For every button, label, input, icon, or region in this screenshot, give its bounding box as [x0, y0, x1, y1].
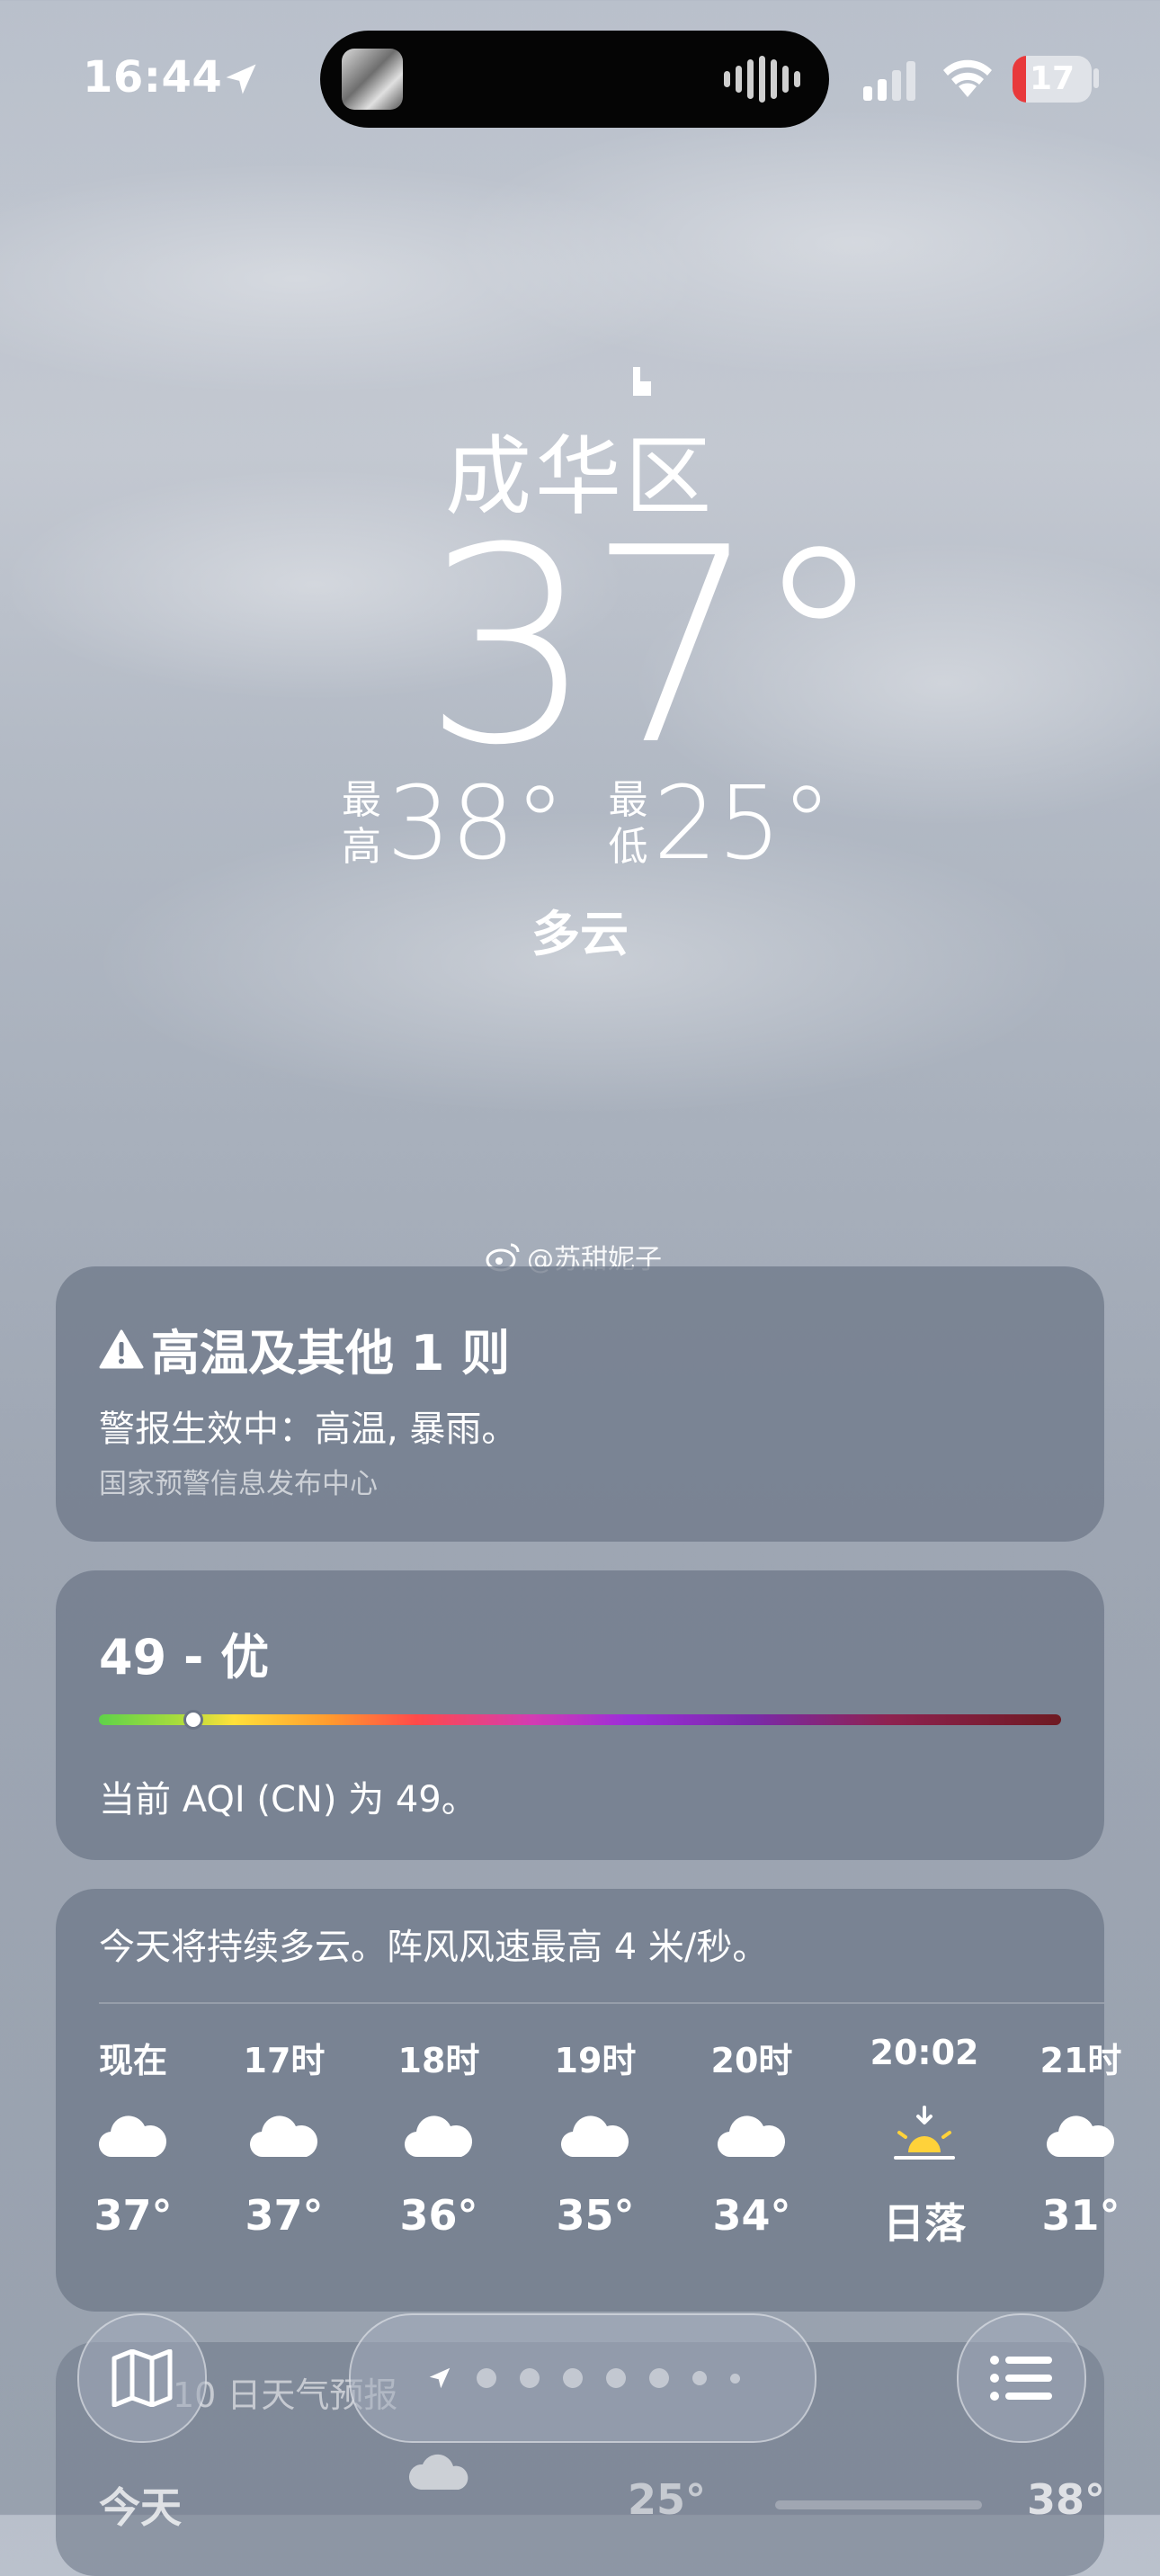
now-playing-artwork	[342, 49, 403, 110]
aqi-indicator	[183, 1710, 203, 1730]
cloud-icon	[717, 2115, 786, 2158]
alert-source: 国家预警信息发布中心	[99, 1468, 378, 1500]
cloud-rain-icon	[408, 2454, 468, 2490]
battery-indicator: 17	[1013, 56, 1092, 103]
high-label-2: 高	[342, 824, 381, 870]
air-quality-card[interactable]: 49 - 优 当前 AQI (CN) 为 49。	[56, 1570, 1104, 1860]
hour-item: 18时 36°	[371, 2033, 506, 2240]
hour-value: 36°	[399, 2191, 478, 2240]
cloud-icon	[249, 2115, 318, 2158]
status-time: 16:44	[83, 52, 223, 103]
hour-value: 37°	[245, 2191, 324, 2240]
hour-value: 37°	[94, 2191, 173, 2240]
high-label-1: 最	[342, 777, 381, 823]
cloud-icon	[528, 2083, 663, 2191]
hour-time: 19时	[554, 2041, 637, 2080]
page-dot[interactable]	[692, 2371, 707, 2385]
low-label-1: 最	[608, 777, 648, 823]
status-bar: 16:44 17	[0, 0, 1160, 153]
daily-range-bar	[775, 2500, 982, 2509]
dynamic-island[interactable]	[320, 31, 829, 128]
low-temperature: 25°	[653, 765, 833, 882]
cloud-icon	[371, 2083, 506, 2191]
map-button[interactable]	[77, 2313, 207, 2443]
divider	[99, 2002, 1104, 2004]
hour-time: 17时	[243, 2041, 326, 2080]
page-dot[interactable]	[562, 2368, 583, 2388]
hour-item: 17时 37°	[217, 2033, 352, 2240]
daily-today-label: 今天	[99, 2483, 182, 2532]
alert-title: 高温及其他 1 则	[99, 1313, 510, 1384]
page-indicator[interactable]	[349, 2313, 816, 2443]
list-icon	[990, 2356, 1052, 2401]
hour-time: 20:02	[870, 2033, 979, 2072]
cloud-icon	[66, 2083, 201, 2191]
page-dot[interactable]	[476, 2368, 496, 2388]
hourly-summary: 今天将持续多云。阵风风速最高 4 米/秒。	[99, 1927, 769, 1968]
hour-time: 18时	[397, 2041, 480, 2080]
cloud-icon	[98, 2115, 167, 2158]
hour-value: 日落	[883, 2199, 966, 2248]
cloud-icon	[1046, 2115, 1115, 2158]
hour-item: 21时 31°	[1013, 2033, 1148, 2240]
hour-item: 现在 37°	[66, 2033, 201, 2240]
weather-condition: 多云	[531, 906, 629, 962]
page-dot[interactable]	[605, 2368, 626, 2388]
low-label-2: 低	[608, 824, 648, 870]
low-label: 最 低	[609, 777, 648, 871]
current-temperature: 37°	[423, 490, 887, 804]
current-location-icon	[429, 2367, 450, 2389]
weather-alert-card[interactable]: 高温及其他 1 则 警报生效中：高温, 暴雨。 国家预警信息发布中心	[56, 1266, 1104, 1542]
hour-item: 20时 34°	[684, 2033, 819, 2240]
aqi-description: 当前 AQI (CN) 为 49。	[99, 1779, 477, 1820]
hour-value: 35°	[556, 2191, 635, 2240]
hour-item: 19时 35°	[528, 2033, 663, 2240]
alert-title-text: 高温及其他 1 则	[151, 1325, 511, 1382]
high-label: 最 高	[342, 777, 381, 871]
warning-icon	[99, 1329, 144, 1368]
hour-time: 21时	[1040, 2041, 1122, 2080]
battery-nub	[1093, 68, 1099, 88]
cloud-icon	[404, 2115, 473, 2158]
high-low-temperature: 最 高 38° 最 低 25°	[342, 770, 875, 878]
alert-body: 警报生效中：高温, 暴雨。	[99, 1409, 518, 1450]
cellular-signal-icon	[863, 61, 915, 101]
cloud-icon	[217, 2083, 352, 2191]
cloud-icon	[684, 2083, 819, 2191]
high-temperature: 38°	[387, 765, 566, 882]
battery-percent: 17	[1029, 60, 1075, 97]
list-button[interactable]	[957, 2313, 1086, 2443]
audio-waveform-icon	[724, 56, 800, 103]
home-location-icon	[633, 367, 651, 396]
location-arrow-icon	[226, 64, 256, 94]
sunset-icon	[894, 2106, 955, 2160]
hourly-forecast-card[interactable]: 今天将持续多云。阵风风速最高 4 米/秒。 现在 37° 17时 37° 18时 36° 1…	[56, 1889, 1121, 2312]
daily-low: 25°	[628, 2475, 707, 2524]
hour-value: 31°	[1041, 2191, 1120, 2240]
hour-time: 现在	[98, 2041, 167, 2080]
aqi-scale-bar	[99, 1710, 1061, 1730]
hour-time: 20时	[710, 2041, 793, 2080]
daily-high: 38°	[1027, 2475, 1106, 2524]
map-icon	[112, 2349, 173, 2407]
cloud-icon	[560, 2115, 629, 2158]
hour-item: 20:02 日落	[857, 2033, 992, 2250]
sunset-icon	[857, 2083, 992, 2191]
page-dot[interactable]	[648, 2368, 669, 2388]
page-dot[interactable]	[519, 2368, 540, 2388]
page-dot[interactable]	[729, 2373, 740, 2384]
hour-value: 34°	[712, 2191, 791, 2240]
cloud-icon	[1013, 2083, 1148, 2191]
aqi-title: 49 - 优	[99, 1629, 270, 1686]
wifi-icon	[943, 59, 992, 97]
